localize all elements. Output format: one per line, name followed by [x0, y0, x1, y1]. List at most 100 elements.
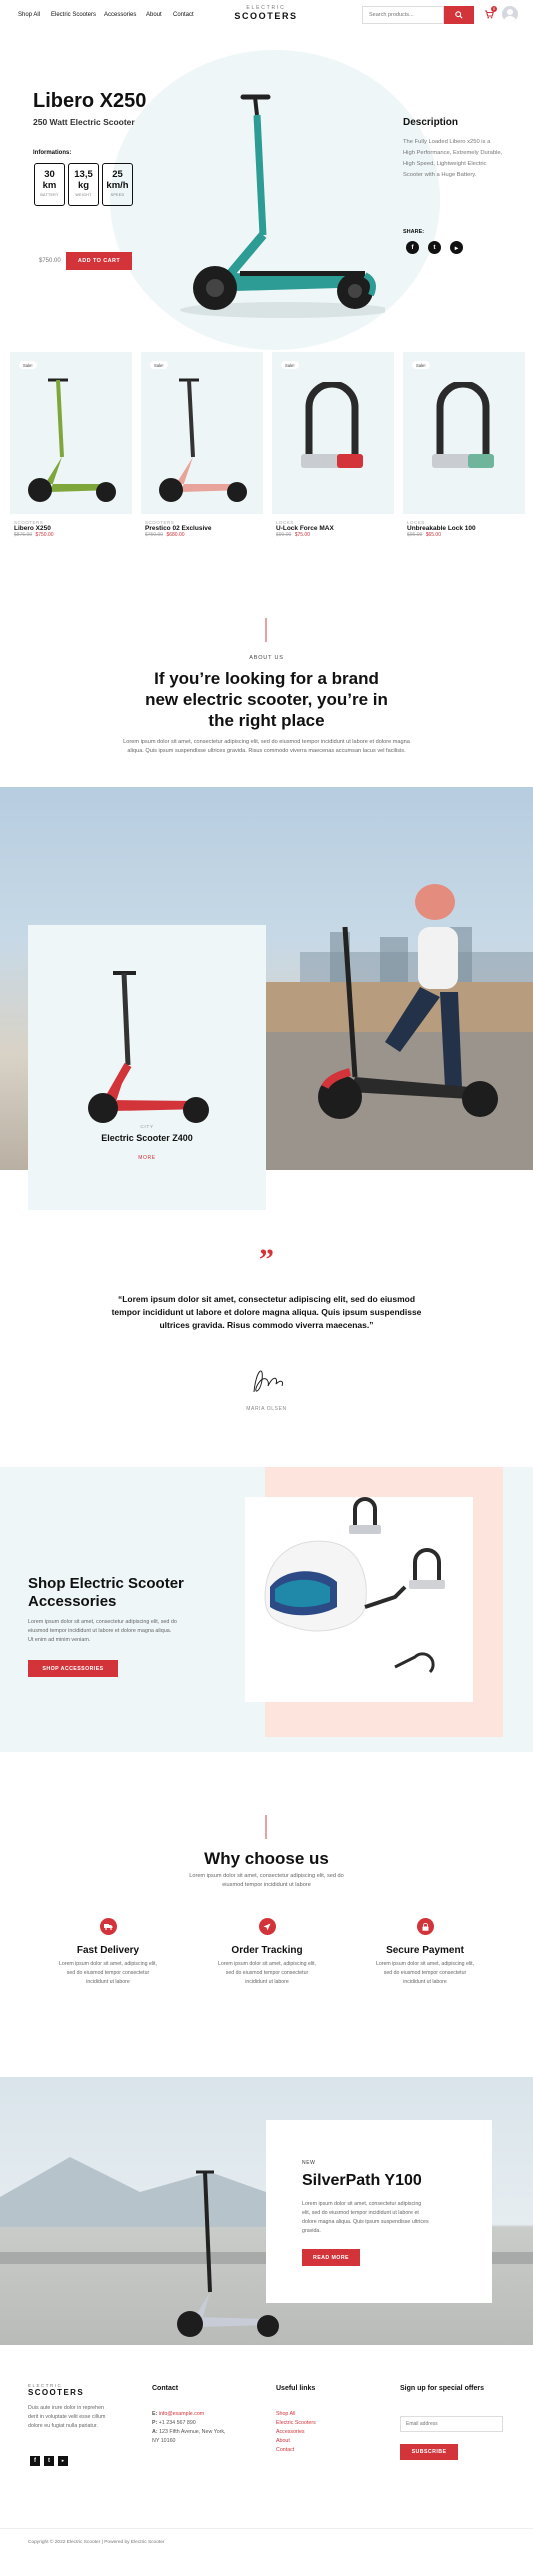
promo-text: Lorem ipsum dolor sit amet, consectetur …: [302, 2200, 429, 2236]
why-text-line: Lorem ipsum dolor sit amet, consectetur …: [189, 1873, 344, 1879]
product-card-image[interactable]: Sale!: [272, 352, 394, 514]
quote-line: “Lorem ipsum dolor sit amet, consectetur…: [117, 1294, 416, 1304]
feature-title: Secure Payment: [386, 1945, 464, 1956]
featured-card[interactable]: CITY Electric Scooter Z400 MORE: [28, 925, 266, 1210]
footer-divider: [0, 2528, 533, 2529]
featured-name[interactable]: Electric Scooter Z400: [28, 1133, 266, 1143]
nav-electric-scooters[interactable]: Electric Scooters: [51, 12, 96, 18]
spec-unit: kg: [77, 180, 90, 191]
footer-link-contact[interactable]: Contact: [276, 2446, 316, 2455]
accessories-text: Lorem ipsum dolor sit amet, consectetur …: [28, 1618, 177, 1645]
add-to-cart-button[interactable]: ADD TO CART: [66, 252, 132, 270]
featured-category: CITY: [140, 1125, 154, 1130]
subscribe-button[interactable]: SUBSCRIBE: [400, 2444, 458, 2460]
product-item[interactable]: SCOOTERS Prestico 02 Exclusive $750.00 $…: [145, 520, 212, 538]
avatar[interactable]: [502, 6, 518, 22]
sale-price: $65.00: [425, 532, 441, 538]
old-price: $90.00: [276, 532, 292, 538]
promo-text-line: Lorem ipsum dolor sit amet, consectetur …: [302, 2201, 422, 2207]
quote-line: ultrices gravida. Risus commodo viverra …: [159, 1320, 374, 1330]
old-price: $750.00: [145, 532, 164, 538]
sale-badge: Sale!: [412, 361, 430, 369]
search-input[interactable]: [363, 7, 443, 23]
product-name[interactable]: Libero X250: [14, 525, 54, 532]
promo-text-line: gravida.: [302, 2228, 321, 2234]
footer-link-electric-scooters[interactable]: Electric Scooters: [276, 2419, 316, 2428]
cart-button[interactable]: 0: [484, 6, 497, 21]
contact-value: +1 234 567 890: [158, 2420, 196, 2426]
divider-line: [265, 1815, 267, 1839]
footer-link-accessories[interactable]: Accessories: [276, 2428, 316, 2437]
nav-shop-all[interactable]: Shop All: [18, 12, 40, 18]
spec-label: BATTERY: [40, 193, 59, 197]
youtube-icon[interactable]: ▸: [58, 2456, 68, 2466]
copyright: Copyright © 2022 Electric Scooter | Powe…: [28, 2540, 165, 2545]
feature-order-tracking: Order Tracking Lorem ipsum dolor sit ame…: [187, 1918, 347, 1987]
product-card-image[interactable]: Sale!: [10, 352, 132, 514]
why-text: Lorem ipsum dolor sit amet, consectetur …: [0, 1872, 533, 1890]
product-price: $750.00 $680.00: [145, 532, 212, 538]
feature-text: Lorem ipsum dolor sit amet, adipiscing e…: [187, 1960, 347, 1987]
nav-accessories[interactable]: Accessories: [104, 12, 136, 18]
email-field-box: [400, 2416, 503, 2432]
nav-about[interactable]: About: [146, 12, 162, 18]
product-name[interactable]: Prestico 02 Exclusive: [145, 525, 212, 532]
footer-link-shop-all[interactable]: Shop All: [276, 2410, 316, 2419]
product-item[interactable]: SCOOTERS Libero X250 $875.00 $750.00: [14, 520, 54, 538]
feature-text-line: incididunt ut labore: [403, 1979, 447, 1985]
about-title-line: new electric scooter, you’re in: [145, 690, 388, 709]
accessories-image-box: [245, 1497, 473, 1702]
contact-label: P:: [152, 2420, 158, 2426]
contact-address-2: NY 10160: [152, 2437, 226, 2446]
nav-contact[interactable]: Contact: [173, 12, 194, 18]
feature-secure-payment: Secure Payment Lorem ipsum dolor sit ame…: [345, 1918, 505, 1987]
shop-accessories-button[interactable]: SHOP ACCESSORIES: [28, 1660, 118, 1677]
footer-about: Duis aute irure dolor in reprehen derit …: [28, 2404, 105, 2431]
description-text: The Fully Loaded Libero x250 is a High P…: [403, 139, 503, 178]
promo-eyebrow: NEW: [302, 2160, 316, 2166]
contact-email-link[interactable]: info@example.com: [159, 2411, 204, 2417]
product-price: $90.00 $75.00: [276, 532, 334, 538]
contact-label: A:: [152, 2429, 158, 2435]
site-logo[interactable]: ELECTRIC SCOOTERS: [226, 5, 306, 21]
search-button[interactable]: [444, 6, 474, 24]
navigation-icon: [258, 1918, 276, 1935]
facebook-icon[interactable]: f: [406, 241, 419, 254]
contact-value: NY 10160: [152, 2438, 176, 2444]
feature-fast-delivery: Fast Delivery Lorem ipsum dolor sit amet…: [28, 1918, 188, 1987]
product-card-image[interactable]: Sale!: [141, 352, 263, 514]
sale-badge: Sale!: [19, 361, 37, 369]
feature-text-line: incididunt ut labore: [245, 1979, 289, 1985]
footer-link-about[interactable]: About: [276, 2437, 316, 2446]
accessories-text-line: Lorem ipsum dolor sit amet, consectetur …: [28, 1619, 177, 1625]
why-text-line: eiusmod tempor incididunt ut labore: [222, 1882, 311, 1888]
product-name[interactable]: U-Lock Force MAX: [276, 525, 334, 532]
sale-price: $75.00: [294, 532, 310, 538]
footer-logo-name: SCOOTERS: [28, 2388, 85, 2397]
contact-phone: P: +1 234 567 890: [152, 2419, 226, 2428]
twitter-icon[interactable]: t: [44, 2456, 54, 2466]
footer-logo[interactable]: ELECTRIC SCOOTERS: [28, 2383, 84, 2397]
footer-about-line: derit in voluptate velit esse cillum: [28, 2414, 106, 2420]
featured-scooter-image: [88, 971, 209, 1123]
footer-about-line: dolore eu fugiat nulla pariatur.: [28, 2423, 98, 2429]
feature-text-line: Lorem ipsum dolor sit amet, adipiscing e…: [58, 1961, 158, 1967]
read-more-button[interactable]: READ MORE: [302, 2249, 360, 2266]
product-item[interactable]: LOCKS Unbreakable Lock 100 $95.00 $65.00: [407, 520, 476, 538]
facebook-icon[interactable]: f: [30, 2456, 40, 2466]
product-price: $875.00 $750.00: [14, 532, 54, 538]
scooter-pink-image: [159, 378, 247, 502]
product-name[interactable]: Unbreakable Lock 100: [407, 525, 476, 532]
featured-more-link[interactable]: MORE: [28, 1155, 266, 1161]
product-card-image[interactable]: Sale!: [403, 352, 525, 514]
email-field[interactable]: [401, 2417, 502, 2431]
sale-price: $750.00: [35, 532, 54, 538]
twitter-icon[interactable]: t: [428, 241, 441, 254]
product-item[interactable]: LOCKS U-Lock Force MAX $90.00 $75.00: [276, 520, 334, 538]
spec-value: 13,5: [74, 169, 93, 180]
sale-price: $680.00: [166, 532, 185, 538]
why-title: Why choose us: [204, 1849, 329, 1868]
youtube-icon[interactable]: ▸: [450, 241, 463, 254]
helmet-and-locks-image: [264, 1497, 445, 1674]
feature-title: Fast Delivery: [76, 1945, 140, 1956]
